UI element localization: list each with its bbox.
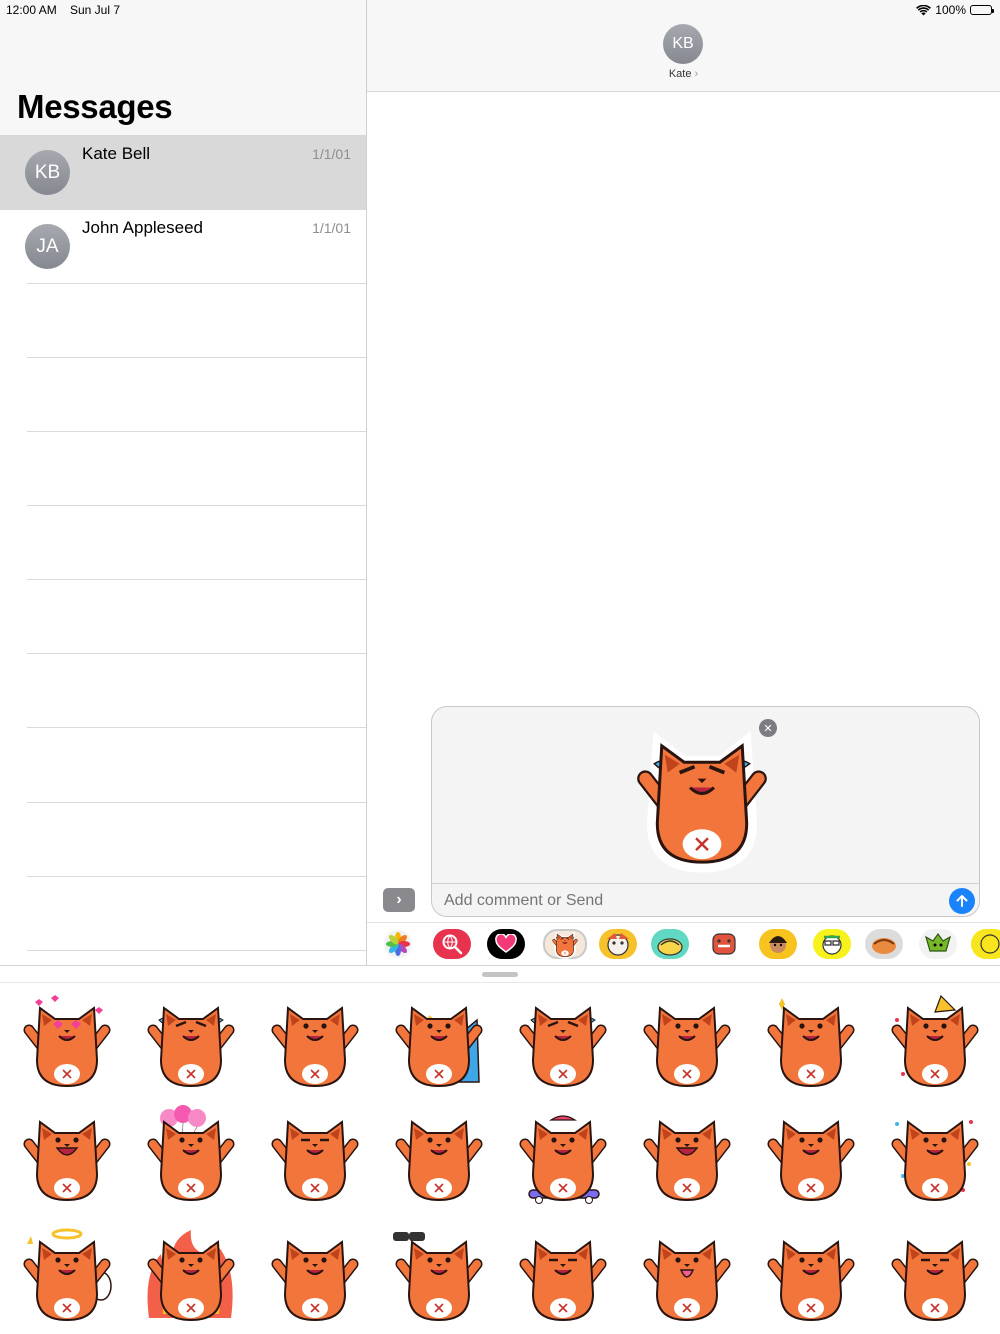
fox-confetti-sticker[interactable] — [883, 1104, 987, 1208]
row-separator — [27, 727, 366, 728]
conversation-list-pane: Messages KB Kate Bell 1/1/01 JA John App… — [0, 0, 366, 965]
row-separator — [27, 283, 366, 284]
row-separator — [27, 950, 366, 951]
contact-name-button[interactable]: Kate › — [367, 68, 1000, 80]
close-icon: ✕ — [763, 722, 773, 735]
row-separator — [27, 802, 366, 803]
fox-turned-away-sticker[interactable] — [263, 1224, 367, 1328]
sticker-preview-area: ✕ — [432, 707, 979, 884]
row-separator — [27, 579, 366, 580]
sticker-app-3-icon[interactable] — [651, 929, 689, 959]
fox-injured-sticker[interactable] — [387, 990, 491, 1094]
fox-tongue-sticker[interactable] — [635, 1224, 739, 1328]
row-separator — [27, 876, 366, 877]
battery-icon — [970, 5, 994, 15]
conversation-row-kate-bell[interactable]: KB Kate Bell 1/1/01 — [0, 136, 366, 210]
fox-angel-music-sticker[interactable] — [15, 1224, 119, 1328]
fox-salute-sticker[interactable] — [883, 1224, 987, 1328]
sticker-app-8-icon[interactable] — [919, 929, 957, 959]
message-input[interactable] — [444, 889, 924, 913]
fox-heart-eyes-sticker[interactable] — [15, 990, 119, 1094]
send-button[interactable] — [949, 888, 975, 914]
sticker-app-6-icon[interactable] — [813, 929, 851, 959]
remove-attachment-button[interactable]: ✕ — [759, 719, 777, 737]
digital-touch-app-icon[interactable] — [487, 929, 525, 959]
fox-crying-lying-sticker[interactable] — [139, 990, 243, 1094]
avatar: KB — [25, 150, 70, 195]
fox-binoculars-sticker[interactable] — [387, 1224, 491, 1328]
row-separator — [27, 357, 366, 358]
sticker-browser — [0, 965, 1000, 1334]
contact-name: Kate — [668, 68, 692, 80]
status-time: 12:00 AM — [6, 3, 57, 17]
wifi-icon — [916, 4, 932, 15]
conversation-name: John Appleseed — [82, 218, 203, 237]
fox-facepalm-sticker[interactable] — [263, 1104, 367, 1208]
fox-crying-sticker[interactable] — [511, 990, 615, 1094]
fox-angry-fire-sticker[interactable] — [139, 1224, 243, 1328]
fox-skateboard-sticker[interactable] — [511, 1104, 615, 1208]
fox-eating-sticker[interactable] — [759, 990, 863, 1094]
fox-party-sticker[interactable] — [883, 990, 987, 1094]
battery-percent: 100% — [935, 3, 966, 17]
fox-dancing-sticker[interactable] — [635, 990, 739, 1094]
fox-box-sticker[interactable] — [759, 1104, 863, 1208]
sticker-app-2-icon[interactable] — [599, 929, 637, 959]
fox-jumping-sticker[interactable] — [263, 990, 367, 1094]
fox-crying-sticker[interactable] — [622, 719, 782, 874]
fox-stickers-app-icon[interactable] — [543, 929, 587, 959]
arrow-up-icon — [956, 895, 968, 907]
chevron-right-icon: › — [396, 891, 402, 908]
status-right: 100% — [916, 3, 994, 17]
sticker-app-9-icon[interactable] — [971, 929, 1000, 959]
fox-walking-sticker[interactable] — [759, 1224, 863, 1328]
status-bar: 12:00 AM Sun Jul 7 100% — [0, 0, 1000, 20]
photos-app-icon[interactable] — [379, 929, 417, 959]
contact-avatar[interactable]: KB — [663, 24, 703, 64]
row-separator — [27, 505, 366, 506]
status-date: Sun Jul 7 — [70, 3, 121, 17]
row-separator — [27, 653, 366, 654]
apps-toggle-button[interactable]: › — [383, 888, 415, 912]
conversation-date: 1/1/01 — [312, 220, 351, 236]
drag-handle[interactable] — [482, 972, 518, 977]
conversation-name: Kate Bell — [82, 144, 151, 163]
pane-divider — [366, 0, 367, 965]
fox-cheering-sticker[interactable] — [635, 1104, 739, 1208]
sticker-app-5-icon[interactable] — [759, 929, 797, 959]
conversation-date: 1/1/01 — [312, 146, 351, 162]
row-separator — [27, 431, 366, 432]
compose-box: ✕ — [431, 706, 980, 917]
conversation-list: KB Kate Bell 1/1/01 JA John Appleseed 1/… — [0, 135, 366, 965]
fox-balloons-sticker[interactable] — [139, 1104, 243, 1208]
sticker-app-4-icon[interactable] — [705, 929, 743, 959]
fox-thinking-sticker[interactable] — [511, 1224, 615, 1328]
app-drawer — [367, 922, 1000, 965]
sticker-app-7-icon[interactable] — [865, 929, 903, 959]
conversation-row-john-appleseed[interactable]: JA John Appleseed 1/1/01 — [0, 210, 366, 284]
fox-laughing-sticker[interactable] — [15, 1104, 119, 1208]
avatar: JA — [25, 224, 70, 269]
chevron-right-icon: › — [694, 68, 699, 80]
search-images-app-icon[interactable] — [433, 929, 471, 959]
page-title: Messages — [17, 88, 173, 125]
browser-divider — [0, 982, 1000, 983]
fox-donut-sticker[interactable] — [387, 1104, 491, 1208]
